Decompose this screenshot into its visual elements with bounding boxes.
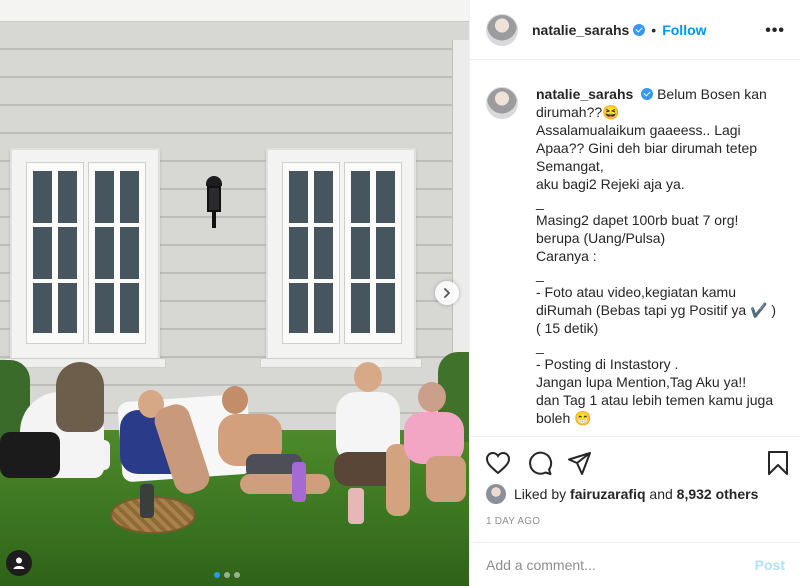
post-side-panel: natalie_sarahs • Follow ••• natalie_sara… <box>469 0 800 586</box>
liked-by-prefix: Liked by <box>514 486 567 502</box>
photo-eave <box>0 0 469 22</box>
user-icon <box>13 557 25 569</box>
save-button[interactable] <box>764 449 792 477</box>
comment-icon <box>529 451 553 475</box>
comment-box: Post <box>470 542 800 586</box>
post-photo[interactable] <box>0 0 469 586</box>
caption-line: - Posting di Instastory . <box>536 356 679 372</box>
photo-wall-lamp <box>203 176 225 228</box>
post-comment-button[interactable]: Post <box>755 557 785 573</box>
photo-person-1-legs <box>0 432 60 478</box>
carousel-indicator <box>214 572 240 578</box>
more-options-icon[interactable]: ••• <box>765 22 785 40</box>
caption-line: _ <box>536 194 544 210</box>
caption-line: Masing2 dapet 100rb buat 7 org! berupa (… <box>536 212 743 246</box>
post-caption: natalie_sarahs Belum Bosen kan dirumah??… <box>536 85 783 435</box>
photo-person-5-head <box>418 382 446 412</box>
liked-by-user[interactable]: fairuzarafiq <box>570 486 645 502</box>
post-header: natalie_sarahs • Follow ••• <box>470 0 800 60</box>
photo-bottle-dark <box>140 484 154 518</box>
header-username[interactable]: natalie_sarahs <box>532 22 629 38</box>
caption-username[interactable]: natalie_sarahs <box>536 86 633 102</box>
photo-window-right <box>260 148 422 368</box>
photo-person-3-head <box>222 386 248 414</box>
caption-line: Caranya : <box>536 248 597 264</box>
bookmark-icon <box>768 451 788 475</box>
photo-window-left <box>4 148 166 368</box>
carousel-dot-1 <box>214 572 220 578</box>
header-separator: • <box>651 21 657 38</box>
caption-line: _ <box>536 338 544 354</box>
caption-area: natalie_sarahs Belum Bosen kan dirumah??… <box>470 61 800 435</box>
photo-person-3-legs <box>240 474 330 494</box>
photo-person-1-hijab <box>56 362 104 432</box>
caption-line: aku bagi2 Rejeki aja ya. <box>536 176 685 192</box>
comment-input[interactable] <box>486 556 755 573</box>
tagged-users-button[interactable] <box>6 550 32 576</box>
avatar[interactable] <box>486 13 518 46</box>
caption-line: Jangan lupa Mention,Tag Aku ya!! <box>536 374 747 390</box>
follow-button[interactable]: Follow <box>662 22 706 38</box>
caption-line: dan Tag 1 atau lebih temen kamu juga bol… <box>536 392 778 426</box>
likes-summary: Liked by fairuzarafiq and 8,932 others <box>486 484 758 504</box>
share-button[interactable] <box>566 449 594 477</box>
liked-by-count[interactable]: 8,932 others <box>677 486 759 502</box>
verified-badge-icon <box>641 88 654 100</box>
post-date[interactable]: 1 DAY AGO <box>486 516 540 527</box>
carousel-next-button[interactable] <box>435 281 459 305</box>
heart-icon <box>485 451 511 475</box>
send-icon <box>568 452 591 475</box>
carousel-dot-3 <box>234 572 240 578</box>
photo-bottle-purple <box>292 462 306 502</box>
caption-line: - Foto atau video,kegiatan kamu diRumah … <box>536 284 780 336</box>
post-actions <box>470 436 800 488</box>
liker-avatar[interactable] <box>486 484 506 504</box>
caption-avatar[interactable] <box>486 87 518 119</box>
comment-button[interactable] <box>526 449 554 477</box>
photo-bottle-pink <box>348 488 364 524</box>
chevron-right-icon <box>444 288 450 298</box>
liked-by-and: and <box>649 486 673 502</box>
photo-person-5-legs <box>426 456 466 502</box>
caption-line: _ <box>536 266 544 282</box>
photo-person-4-head <box>354 362 382 392</box>
verified-badge-icon <box>633 23 646 36</box>
carousel-dot-2 <box>224 572 230 578</box>
like-button[interactable] <box>484 449 512 477</box>
caption-line: Assalamualaikum gaaeess.. Lagi Apaa?? Gi… <box>536 122 761 174</box>
